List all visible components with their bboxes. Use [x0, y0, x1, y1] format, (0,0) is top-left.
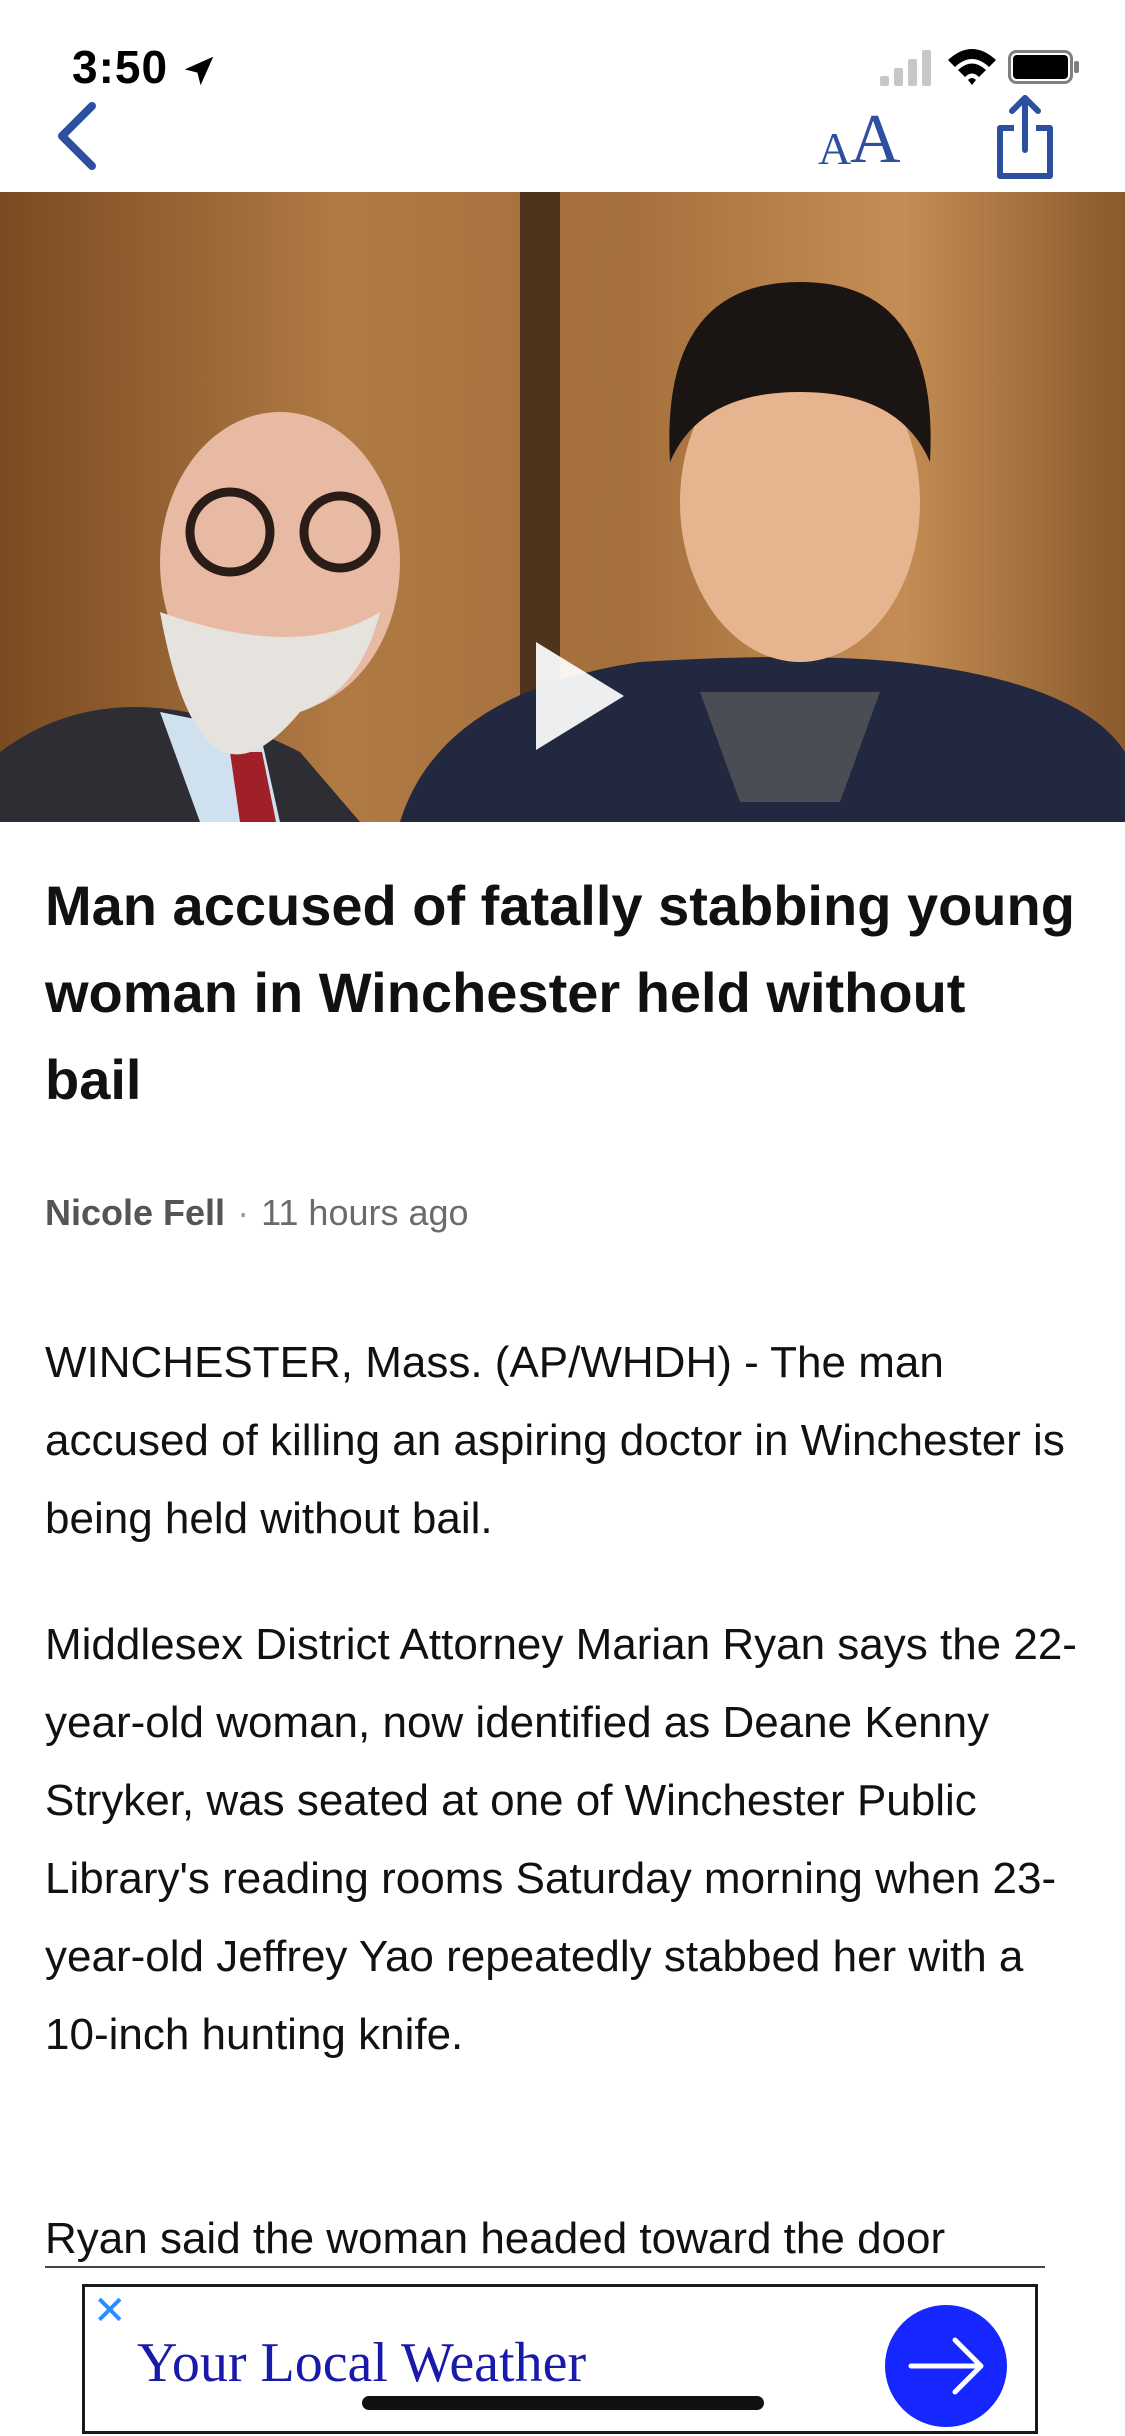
battery-icon — [1008, 50, 1079, 84]
ad-close-icon[interactable]: ✕ — [93, 2291, 127, 2331]
article-paragraph: WINCHESTER, Mass. (AP/WHDH) - The man ac… — [45, 1338, 1065, 1543]
share-icon[interactable] — [990, 92, 1060, 182]
play-icon[interactable] — [536, 642, 624, 750]
video-player[interactable] — [0, 192, 1125, 822]
article-headline: Man accused of fatally stabbing young wo… — [45, 874, 1075, 1111]
author-link[interactable]: Nicole Fell — [45, 1192, 225, 1233]
text-size-small-glyph: A — [818, 123, 852, 174]
ad-headline: Your Local Weather — [137, 2332, 587, 2394]
arrow-right-icon — [908, 2337, 984, 2395]
ad-arrow-button[interactable] — [885, 2305, 1007, 2427]
article-byline: Nicole Fell · 11 hours ago — [45, 1192, 469, 1234]
home-indicator[interactable] — [362, 2396, 764, 2410]
ad-banner[interactable]: ✕ Your Local Weather — [82, 2284, 1038, 2434]
back-chevron-icon[interactable] — [44, 90, 114, 180]
nav-bar: A A — [0, 80, 1125, 192]
text-size-button[interactable]: A A — [810, 94, 920, 184]
byline-separator: · — [237, 1192, 250, 1233]
article-timestamp: 11 hours ago — [261, 1192, 469, 1233]
divider — [45, 2266, 1045, 2268]
article-paragraph: Middlesex District Attorney Marian Ryan … — [45, 1620, 1077, 2059]
text-size-large-glyph: A — [850, 101, 901, 178]
